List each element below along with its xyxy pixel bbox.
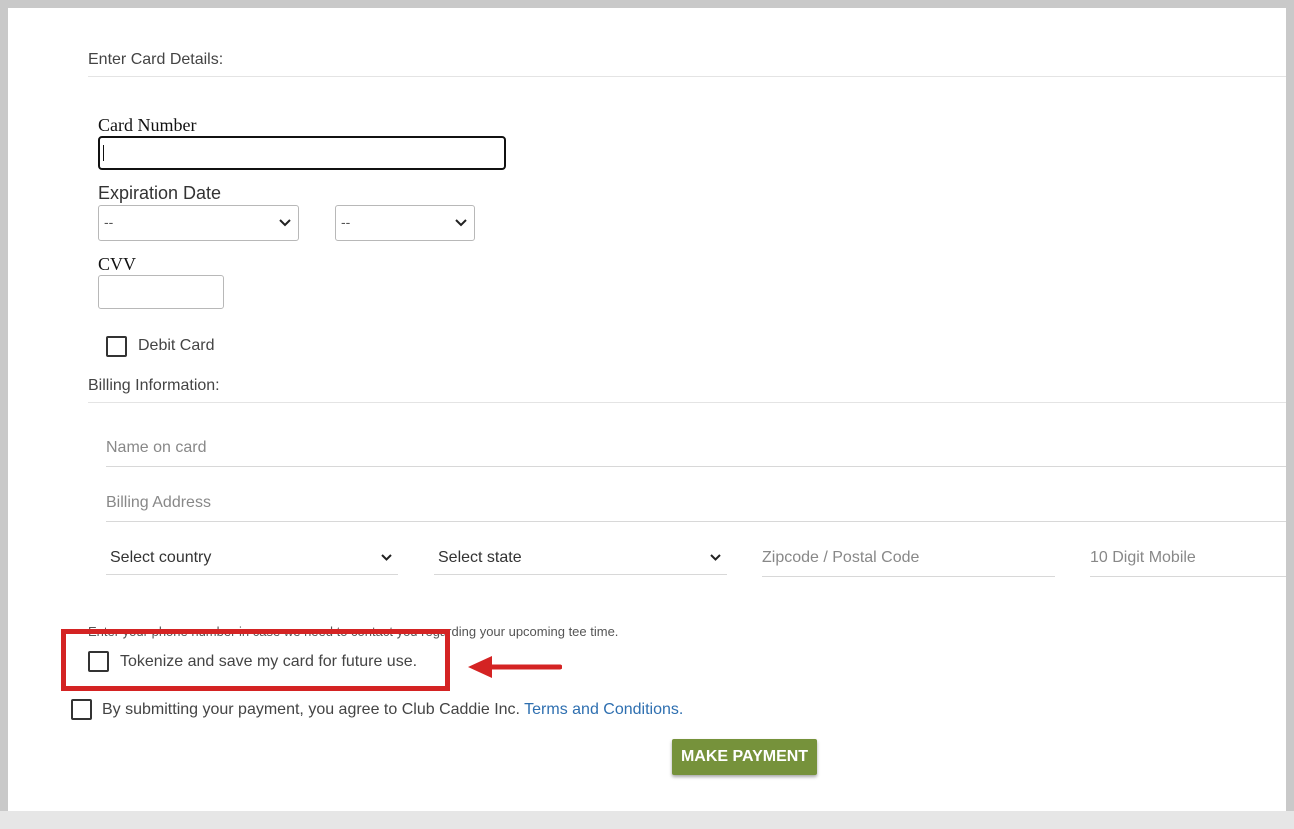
- mobile-placeholder: 10 Digit Mobile: [1090, 549, 1196, 566]
- debit-card-label: Debit Card: [138, 337, 215, 354]
- window-bottom-bar: [0, 811, 1294, 829]
- billing-address-input[interactable]: Billing Address: [106, 485, 1286, 522]
- card-details-divider: [88, 76, 1286, 77]
- billing-info-divider: [88, 402, 1286, 403]
- debit-card-checkbox[interactable]: [106, 336, 127, 357]
- exp-year-select[interactable]: --: [335, 205, 475, 241]
- zipcode-placeholder: Zipcode / Postal Code: [762, 549, 920, 566]
- annotation-arrow-icon: [466, 652, 563, 687]
- exp-month-value: --: [104, 214, 114, 230]
- tokenize-card-label: Tokenize and save my card for future use…: [120, 653, 418, 670]
- card-number-label: Card Number: [98, 115, 197, 135]
- expiration-date-label: Expiration Date: [98, 183, 222, 203]
- text-caret: [103, 145, 104, 161]
- billing-address-placeholder: Billing Address: [106, 494, 211, 511]
- exp-year-value: --: [341, 214, 351, 230]
- country-select[interactable]: Select country: [106, 540, 398, 575]
- zipcode-input[interactable]: Zipcode / Postal Code: [762, 540, 1055, 577]
- chevron-down-icon: [381, 554, 392, 561]
- billing-info-title: Billing Information:: [88, 377, 220, 394]
- state-select-value: Select state: [438, 549, 522, 566]
- cvv-input[interactable]: [98, 275, 224, 309]
- chevron-down-icon: [279, 219, 291, 227]
- terms-and-conditions-link[interactable]: Terms and Conditions.: [524, 701, 683, 718]
- terms-agree-checkbox[interactable]: [71, 699, 92, 720]
- chevron-down-icon: [710, 554, 721, 561]
- terms-agree-text: By submitting your payment, you agree to…: [102, 701, 520, 718]
- card-details-title: Enter Card Details:: [88, 51, 224, 68]
- chevron-down-icon: [455, 219, 467, 227]
- name-on-card-input[interactable]: Name on card: [106, 430, 1286, 467]
- state-select[interactable]: Select state: [434, 540, 727, 575]
- make-payment-button[interactable]: MAKE PAYMENT: [672, 739, 817, 775]
- name-on-card-placeholder: Name on card: [106, 439, 207, 456]
- country-select-value: Select country: [110, 549, 212, 566]
- card-number-input[interactable]: [98, 136, 506, 170]
- terms-agree-label: By submitting your payment, you agree to…: [102, 701, 683, 719]
- tokenize-card-checkbox[interactable]: [88, 651, 109, 672]
- mobile-input[interactable]: 10 Digit Mobile: [1090, 540, 1286, 577]
- exp-month-select[interactable]: --: [98, 205, 299, 241]
- cvv-label: CVV: [98, 254, 137, 274]
